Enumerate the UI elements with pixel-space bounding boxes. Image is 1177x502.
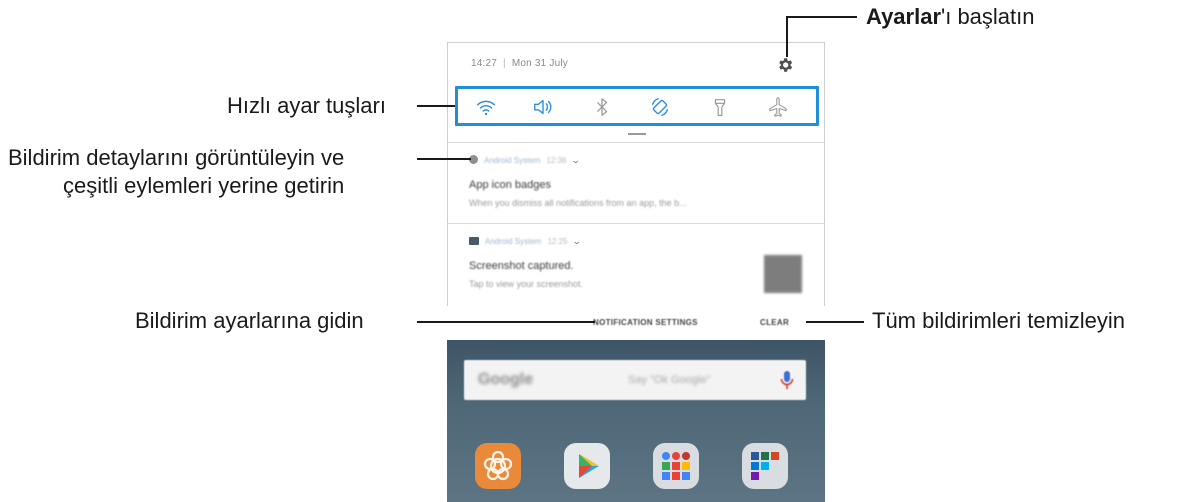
status-time: 14:27 — [471, 58, 498, 69]
callout-line — [417, 158, 471, 160]
quick-settings-panel — [455, 86, 819, 126]
home-screen: Google Say "Ok Google" — [447, 340, 825, 502]
callout-line — [786, 16, 788, 57]
play-store-icon[interactable] — [564, 443, 610, 489]
status-row: 14:27 | Mon 31 July — [471, 58, 568, 69]
callout-line — [806, 321, 864, 323]
callout-line — [417, 321, 595, 323]
image-icon — [469, 237, 479, 245]
microphone-icon[interactable] — [780, 370, 794, 390]
notification-time: 12:36 — [546, 156, 567, 165]
google-logo: Google — [478, 371, 534, 388]
notification-header: Android System 12:25 ⌄ — [469, 236, 581, 247]
screenshot-thumbnail[interactable] — [764, 255, 802, 293]
notification-title: Screenshot captured. — [469, 260, 574, 272]
panel-drag-handle[interactable] — [628, 133, 646, 135]
microsoft-folder-icon[interactable] — [742, 443, 788, 489]
callout-notification-settings: Bildirim ayarlarına gidin — [135, 308, 364, 333]
callout-settings: Ayarlar'ı başlatın — [866, 3, 1035, 30]
callout-clear-all: Tüm bildirimleri temizleyin — [872, 308, 1126, 333]
galaxy-apps-icon[interactable] — [475, 443, 521, 489]
notification-time: 12:25 — [547, 237, 568, 246]
search-hint: Say "Ok Google" — [628, 374, 711, 386]
notification-app: Android System — [484, 156, 541, 165]
wifi-icon[interactable] — [475, 96, 497, 118]
bluetooth-icon[interactable] — [591, 96, 613, 118]
notification-title: App icon badges — [469, 179, 551, 191]
callout-line — [787, 16, 857, 18]
status-date: Mon 31 July — [511, 58, 568, 69]
callout-notification-details-1: Bildirim detaylarını görüntüleyin ve — [8, 145, 345, 170]
notification-app: Android System — [485, 237, 542, 246]
callout-settings-rest: 'ı başlatın — [941, 4, 1035, 29]
flashlight-icon[interactable] — [709, 96, 731, 118]
google-search-bar[interactable]: Google Say "Ok Google" — [464, 360, 806, 400]
airplane-mode-icon[interactable] — [767, 96, 789, 118]
chevron-down-icon[interactable]: ⌄ — [571, 236, 581, 247]
google-folder-icon[interactable] — [653, 443, 699, 489]
callout-settings-bold: Ayarlar — [866, 4, 942, 29]
auto-rotate-icon[interactable] — [649, 96, 671, 118]
callout-quick-settings: Hızlı ayar tuşları — [227, 93, 386, 118]
notification-actions-bar: NOTIFICATION SETTINGS CLEAR — [447, 306, 825, 340]
notification-header: Android System 12:36 ⌄ — [469, 155, 580, 166]
phone-screen: 14:27 | Mon 31 July Android System 12:36… — [447, 42, 825, 502]
clear-button[interactable]: CLEAR — [760, 318, 789, 327]
notification-settings-button[interactable]: NOTIFICATION SETTINGS — [593, 318, 698, 327]
chevron-down-icon[interactable]: ⌄ — [570, 155, 580, 166]
callout-line — [417, 105, 455, 107]
notification-card[interactable]: Android System 12:36 ⌄ App icon badges Whe… — [447, 143, 825, 223]
callout-notification-details-2: çeşitli eylemleri yerine getirin — [63, 173, 345, 198]
sound-icon[interactable] — [532, 96, 554, 118]
settings-gear-icon[interactable] — [776, 56, 794, 74]
notification-body: Tap to view your screenshot. — [469, 279, 584, 289]
notification-body: When you dismiss all notifications from … — [469, 198, 687, 208]
